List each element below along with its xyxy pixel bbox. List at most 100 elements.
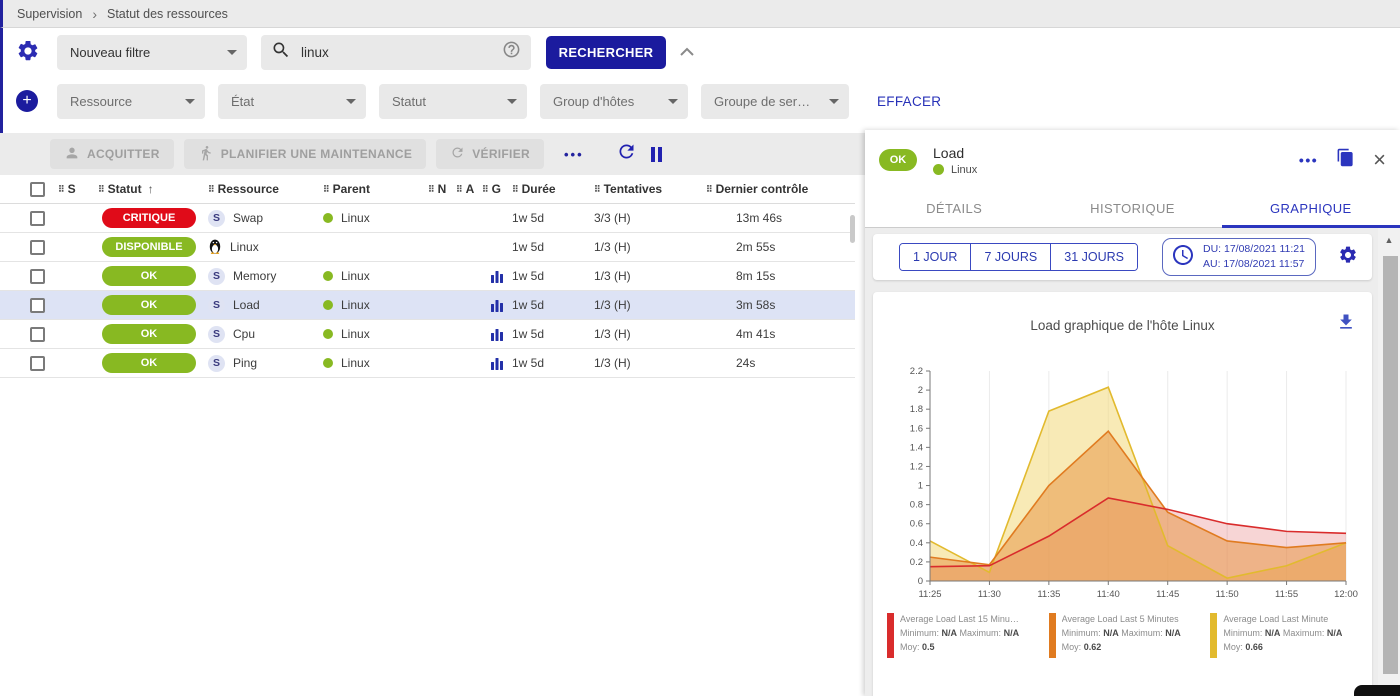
refresh-icon[interactable]	[616, 141, 637, 167]
legend-item[interactable]: Average Load Last 15 Minu… Minimum: N/A …	[887, 613, 1039, 658]
resource-name[interactable]: Ping	[233, 356, 257, 370]
acknowledge-button[interactable]: ACQUITTER	[50, 139, 174, 169]
load-area-chart[interactable]: 00.20.40.60.811.21.41.61.822.211:2511:30…	[886, 359, 1360, 611]
row-checkbox[interactable]	[30, 269, 45, 284]
resource-name[interactable]: Load	[233, 298, 260, 312]
graph-settings-gear-icon[interactable]	[1338, 245, 1358, 270]
bar-chart-icon[interactable]	[482, 269, 512, 283]
panel-host-name[interactable]: Linux	[951, 164, 977, 176]
resource-name[interactable]: Swap	[233, 211, 263, 225]
status-badge[interactable]: OK	[102, 353, 196, 373]
time-31-days-button[interactable]: 31 JOURS	[1051, 244, 1137, 270]
time-1-day-button[interactable]: 1 JOUR	[900, 244, 971, 270]
custom-date-range[interactable]: DU: 17/08/2021 11:21 AU: 17/08/2021 11:5…	[1162, 238, 1316, 276]
tab-history[interactable]: HISTORIQUE	[1043, 190, 1221, 227]
table-row[interactable]: OK S Ping Linux 1w 5d 1/3 (H) 24s	[0, 349, 855, 378]
status-badge[interactable]: CRITIQUE	[102, 208, 196, 228]
row-checkbox[interactable]	[30, 298, 45, 313]
column-header-resource[interactable]: ⠿Ressource	[208, 182, 323, 196]
time-7-days-button[interactable]: 7 JOURS	[971, 244, 1051, 270]
table-scrollbar-thumb[interactable]	[850, 215, 855, 243]
table-row[interactable]: DISPONIBLE S Linux 1w 5d 1/3 (H) 2m 55s	[0, 233, 855, 262]
column-header-notes[interactable]: ⠿N	[428, 182, 456, 196]
table-row[interactable]: OK S Memory Linux 1w 5d 1/3 (H) 8m 15s	[0, 262, 855, 291]
scroll-up-arrow-icon[interactable]: ▲	[1378, 228, 1400, 245]
column-header-duration[interactable]: ⠿Durée	[512, 182, 594, 196]
resource-name[interactable]: Linux	[230, 240, 259, 254]
bar-chart-icon[interactable]	[482, 327, 512, 341]
filter-criteria-select[interactable]: Group d'hôtes	[540, 84, 688, 119]
saved-filter-select[interactable]: Nouveau filtre	[57, 35, 247, 70]
column-header-graph[interactable]: ⠿G	[482, 182, 512, 196]
clear-filters-button[interactable]: EFFACER	[877, 94, 941, 109]
row-checkbox[interactable]	[30, 211, 45, 226]
add-criteria-button[interactable]: +	[16, 90, 38, 112]
search-input[interactable]	[301, 45, 502, 60]
column-header-severity[interactable]: ⠿S	[58, 182, 98, 196]
plan-maintenance-button[interactable]: PLANIFIER UNE MAINTENANCE	[184, 139, 427, 169]
panel-scrollbar-thumb[interactable]	[1383, 256, 1398, 674]
parent-name[interactable]: Linux	[341, 356, 370, 370]
last-check-value: 13m 46s	[706, 211, 846, 225]
svg-text:1: 1	[917, 481, 922, 492]
column-header-last-check[interactable]: ⠿Dernier contrôle	[706, 182, 846, 196]
row-checkbox[interactable]	[30, 240, 45, 255]
table-row[interactable]: CRITIQUE S Swap Linux 1w 5d 3/3 (H) 13m …	[0, 204, 855, 233]
drag-handle-icon: ⠿	[512, 184, 518, 195]
column-header-parent[interactable]: ⠿Parent	[323, 182, 428, 196]
parent-name[interactable]: Linux	[341, 298, 370, 312]
drag-handle-icon: ⠿	[706, 184, 712, 195]
parent-name[interactable]: Linux	[341, 327, 370, 341]
tab-graph[interactable]: GRAPHIQUE	[1222, 190, 1400, 227]
filter-criteria-select[interactable]: Ressource	[57, 84, 205, 119]
legend-item[interactable]: Average Load Last 5 Minutes Minimum: N/A…	[1049, 613, 1201, 658]
more-actions-button[interactable]: •••	[564, 147, 584, 162]
tab-details[interactable]: DÉTAILS	[865, 190, 1043, 227]
filter-criteria-select[interactable]: État	[218, 84, 366, 119]
drag-handle-icon: ⠿	[482, 184, 488, 195]
pause-icon[interactable]	[651, 147, 662, 162]
resource-name[interactable]: Cpu	[233, 327, 255, 341]
filter-settings-button[interactable]	[16, 39, 40, 66]
legend-item[interactable]: Average Load Last Minute Minimum: N/A Ma…	[1210, 613, 1362, 658]
select-all-checkbox[interactable]	[30, 182, 45, 197]
bar-chart-icon[interactable]	[482, 356, 512, 370]
actions-toolbar: ACQUITTER PLANIFIER UNE MAINTENANCE VÉRI…	[0, 133, 865, 175]
bar-chart-icon[interactable]	[482, 298, 512, 312]
download-icon[interactable]	[1336, 312, 1356, 337]
filter-criteria-select[interactable]: Groupe de ser…	[701, 84, 849, 119]
breadcrumb-item-resource-status[interactable]: Statut des ressources	[107, 7, 228, 21]
collapse-filters-button[interactable]	[680, 43, 694, 61]
status-badge[interactable]: OK	[102, 266, 196, 286]
panel-more-button[interactable]: •••	[1299, 152, 1318, 168]
last-check-value: 8m 15s	[706, 269, 846, 283]
filter-criteria-select[interactable]: Statut	[379, 84, 527, 119]
breadcrumb-item-supervision[interactable]: Supervision	[17, 7, 82, 21]
penguin-icon	[208, 238, 222, 257]
maintenance-label: PLANIFIER UNE MAINTENANCE	[221, 147, 413, 161]
column-header-tries[interactable]: ⠿Tentatives	[594, 182, 706, 196]
row-checkbox[interactable]	[30, 327, 45, 342]
tries-value: 1/3 (H)	[594, 327, 706, 341]
svg-text:1.6: 1.6	[909, 423, 922, 434]
help-icon[interactable]	[502, 40, 521, 64]
status-badge[interactable]: OK	[102, 295, 196, 315]
time-range-card: 1 JOUR 7 JOURS 31 JOURS DU: 17/08/2021 1…	[873, 234, 1372, 280]
search-button[interactable]: RECHERCHER	[546, 36, 666, 69]
status-badge[interactable]: DISPONIBLE	[102, 237, 196, 257]
close-icon[interactable]: ×	[1373, 151, 1386, 169]
parent-name[interactable]: Linux	[341, 211, 370, 225]
column-header-ack[interactable]: ⠿A	[456, 182, 482, 196]
row-checkbox[interactable]	[30, 356, 45, 371]
resource-name[interactable]: Memory	[233, 269, 276, 283]
panel-scrollbar[interactable]: ▲	[1378, 228, 1400, 696]
copy-icon[interactable]	[1336, 148, 1355, 172]
table-row[interactable]: OK S Load Linux 1w 5d 1/3 (H) 3m 58s	[0, 291, 855, 320]
status-badge[interactable]: OK	[102, 324, 196, 344]
table-row[interactable]: OK S Cpu Linux 1w 5d 1/3 (H) 4m 41s	[0, 320, 855, 349]
gear-icon	[16, 39, 40, 66]
parent-name[interactable]: Linux	[341, 269, 370, 283]
column-header-status[interactable]: ⠿Statut↑	[98, 182, 208, 196]
legend-color-bar	[887, 613, 894, 658]
check-button[interactable]: VÉRIFIER	[436, 139, 544, 169]
